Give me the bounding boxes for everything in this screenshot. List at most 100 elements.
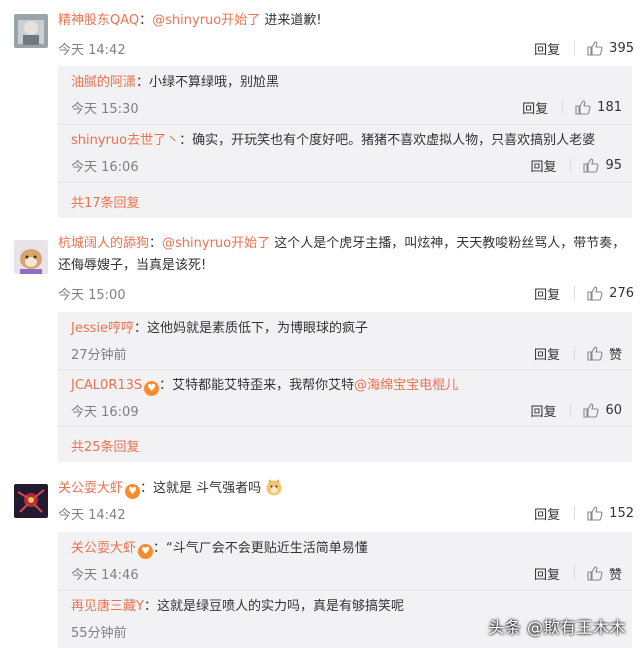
reply-text: 油腻的阿潇：小绿不算绿哦，别尬黑: [71, 72, 622, 94]
reply-body: ：小绿不算绿哦，别尬黑: [136, 75, 280, 90]
reply-actions: 回复 60: [530, 399, 622, 421]
mention-link[interactable]: @海绵宝宝电棍儿: [354, 378, 458, 393]
reply-text: 关公耍大虾 ♥ ：“斗气ㄏ会不会更贴近生活简单易懂: [71, 538, 622, 560]
divider: [58, 369, 632, 370]
avatar[interactable]: [14, 14, 48, 48]
like-button[interactable]: 赞: [587, 344, 622, 363]
like-button[interactable]: 95: [583, 158, 622, 173]
like-count: 152: [609, 505, 634, 521]
reply-list: Jessie哼哼：这他妈就是素质低下，为博眼球的疯子 27分钟前 回复 赞 JC…: [58, 312, 632, 462]
reply-button[interactable]: 回复: [530, 156, 556, 175]
reply-button[interactable]: 回复: [522, 98, 548, 117]
like-button[interactable]: 181: [575, 100, 622, 115]
thumbs-up-icon: [587, 505, 603, 521]
reply-username[interactable]: shinyruo去世了丶: [71, 133, 179, 148]
comment-actions: 回复 395: [534, 37, 634, 59]
divider: [573, 346, 575, 360]
thumbs-up-icon: [583, 402, 599, 418]
reply-time: 今天 14:46: [71, 568, 139, 583]
comment-username[interactable]: 杭城阔人的舔狗: [58, 236, 149, 251]
like-button[interactable]: 152: [587, 506, 634, 521]
reply-body: ：这他妈就是素质低下，为博眼球的疯子: [134, 321, 369, 336]
doge-emoji-icon: [266, 479, 282, 496]
divider: [570, 158, 572, 172]
reply-button[interactable]: 回复: [534, 284, 560, 303]
reply-text: Jessie哼哼：这他妈就是素质低下，为博眼球的疯子: [71, 318, 622, 340]
divider: [58, 182, 632, 183]
avatar[interactable]: [14, 240, 48, 274]
like-count: 95: [605, 157, 622, 173]
reply-actions: 回复 赞: [534, 342, 622, 364]
reply-body: ：“斗气ㄏ会不会更贴近生活简单易懂: [153, 541, 368, 556]
avatar-image: [14, 484, 48, 518]
reply-button[interactable]: 回复: [534, 504, 560, 523]
reply-username[interactable]: 关公耍大虾: [71, 541, 136, 556]
reply-button[interactable]: 回复: [534, 344, 560, 363]
reply-list: 油腻的阿潇：小绿不算绿哦，别尬黑 今天 15:30 回复 181 shinyru…: [58, 66, 632, 218]
like-count: 276: [609, 285, 634, 301]
divider: [58, 426, 632, 427]
like-count: 赞: [608, 347, 622, 363]
mention-link[interactable]: @shinyruo开始了: [152, 13, 260, 28]
reply-button[interactable]: 回复: [530, 401, 556, 420]
comment-text: 杭城阔人的舔狗：@shinyruo开始了 这个人是个虎牙主播，叫炫神，天天教唆粉…: [58, 236, 626, 273]
more-replies-link[interactable]: 共17条回复: [71, 192, 140, 211]
reply-username[interactable]: 再见唐三藏Y: [71, 599, 144, 614]
heart-badge-icon: ♥: [125, 484, 141, 499]
mention-link[interactable]: @shinyruo开始了: [162, 236, 270, 251]
comment-username[interactable]: 关公耍大虾: [58, 481, 123, 496]
heart-badge-icon: ♥: [144, 381, 160, 396]
divider: [574, 41, 576, 55]
comment-text: 精神股东QAQ：@shinyruo开始了 进来道歉!: [58, 13, 322, 28]
reply-text: shinyruo去世了丶：确实，开玩笑也有个度好吧。猪猪不喜欢虚拟人物，只喜欢搞…: [71, 130, 622, 152]
comment: 杭城阔人的舔狗：@shinyruo开始了 这个人是个虎牙主播，叫炫神，天天教唆粉…: [0, 224, 640, 466]
reply-button[interactable]: 回复: [534, 564, 560, 583]
avatar-image: [14, 14, 48, 48]
comment-username[interactable]: 精神股东QAQ: [58, 13, 139, 28]
reply-username[interactable]: 油腻的阿潇: [71, 75, 136, 90]
reply-username[interactable]: JCAL0R13S: [71, 378, 142, 393]
thumbs-up-icon: [587, 40, 603, 56]
reply-actions: 回复 181: [522, 96, 622, 118]
divider: [574, 506, 576, 520]
comment-actions: 回复 152: [534, 502, 634, 524]
comment-text: 关公耍大虾 ♥ ：这就是 斗气强者吗: [58, 478, 626, 500]
like-button[interactable]: 赞: [587, 564, 622, 583]
reply-time: 27分钟前: [71, 348, 127, 363]
avatar[interactable]: [14, 484, 48, 518]
thumbs-up-icon: [575, 99, 591, 115]
divider: [58, 124, 632, 125]
reply-text: JCAL0R13S ♥ ：艾特都能艾特歪来，我帮你艾特@海绵宝宝电棍儿: [71, 375, 622, 397]
reply-actions: 回复 赞: [534, 562, 622, 584]
more-replies-link[interactable]: 共25条回复: [71, 436, 140, 455]
comment-body: 进来道歉!: [264, 13, 322, 28]
divider: [58, 590, 632, 591]
divider: [562, 100, 564, 114]
thumbs-up-icon: [587, 345, 603, 361]
comment-time: 今天 14:42: [58, 508, 126, 523]
reply-body: ：这就是绿豆喷人的实力吗，真是有够搞笑呢: [143, 599, 404, 614]
comment-actions: 回复 276: [534, 282, 634, 304]
heart-badge-icon: ♥: [138, 544, 154, 559]
like-button[interactable]: 276: [587, 286, 634, 301]
like-count: 395: [609, 40, 634, 56]
reply-username[interactable]: Jessie哼哼: [71, 321, 134, 336]
reply-time: 今天 16:09: [71, 405, 139, 420]
thumbs-up-icon: [587, 565, 603, 581]
like-count: 赞: [608, 567, 622, 583]
divider: [574, 286, 576, 300]
divider: [573, 566, 575, 580]
like-button[interactable]: 60: [583, 403, 622, 418]
reply-time: 今天 16:06: [71, 160, 139, 175]
thumbs-up-icon: [587, 285, 603, 301]
like-button[interactable]: 395: [587, 41, 634, 56]
comment-time: 今天 14:42: [58, 43, 126, 58]
comment: 精神股东QAQ：@shinyruo开始了 进来道歉! 今天 14:42 回复 3…: [0, 0, 640, 224]
reply-button[interactable]: 回复: [534, 39, 560, 58]
reply-body: ：艾特都能艾特歪来，我帮你艾特: [159, 378, 355, 393]
avatar-image: [14, 240, 48, 274]
reply-body: ：确实，开玩笑也有个度好吧。猪猪不喜欢虚拟人物，只喜欢搞别人老婆: [179, 133, 596, 148]
comment-time: 今天 15:00: [58, 288, 126, 303]
divider: [570, 403, 572, 417]
like-count: 181: [597, 99, 622, 115]
